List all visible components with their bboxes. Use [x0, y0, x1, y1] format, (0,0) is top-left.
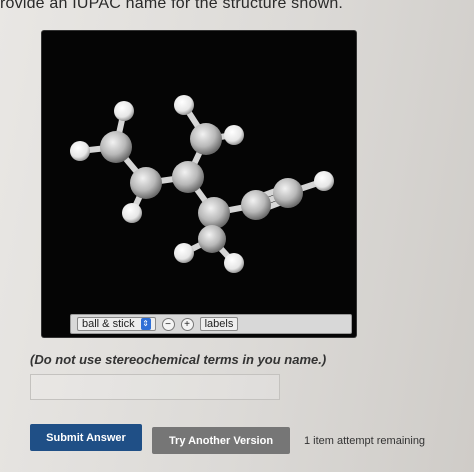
select-arrows-icon: ⇕ — [140, 318, 151, 330]
carbon-atom — [241, 190, 271, 220]
viewer-toolbar: ball & stick ⇕ − + labels — [70, 314, 352, 334]
hydrogen-atom — [314, 171, 334, 191]
hydrogen-atom — [70, 141, 90, 161]
hydrogen-atom — [174, 243, 194, 263]
carbon-atom — [273, 178, 303, 208]
display-mode-select[interactable]: ball & stick ⇕ — [77, 317, 156, 331]
hydrogen-atom — [114, 101, 134, 121]
hydrogen-atom — [174, 95, 194, 115]
molecule-3d-model[interactable] — [42, 31, 356, 337]
carbon-atom — [130, 167, 162, 199]
carbon-atom — [190, 123, 222, 155]
molecule-viewer[interactable] — [42, 31, 356, 337]
carbon-atom — [198, 225, 226, 253]
display-mode-label: ball & stick — [82, 318, 135, 330]
carbon-atoms — [100, 123, 303, 253]
carbon-atom — [100, 131, 132, 163]
hydrogen-atom — [224, 253, 244, 273]
attempts-remaining-text: 1 item attempt remaining — [304, 435, 426, 447]
answer-input[interactable] — [30, 374, 280, 400]
try-another-version-button[interactable]: Try Another Version — [152, 427, 290, 454]
question-prompt: rovide an IUPAC name for the structure s… — [0, 0, 344, 12]
hydrogen-atom — [224, 125, 244, 145]
submit-answer-button[interactable]: Submit Answer — [30, 424, 142, 451]
carbon-atom — [172, 161, 204, 193]
zoom-out-button[interactable]: − — [161, 317, 175, 331]
hydrogen-atom — [122, 203, 142, 223]
labels-button[interactable]: labels — [199, 317, 239, 331]
instruction-note: (Do not use stereochemical terms in you … — [30, 352, 327, 367]
zoom-in-button[interactable]: + — [180, 317, 194, 331]
carbon-atom — [198, 197, 230, 229]
